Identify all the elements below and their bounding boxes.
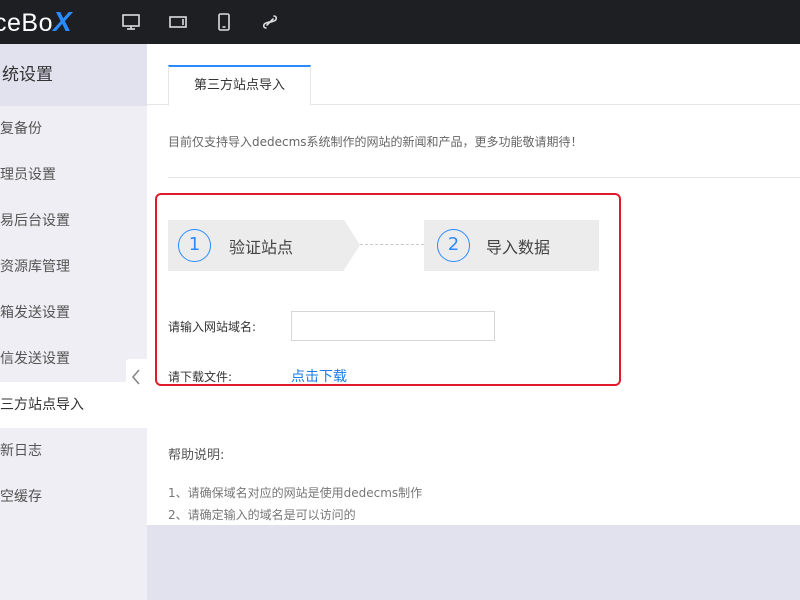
sidebar-item-restore-backup[interactable]: 复备份 bbox=[0, 106, 147, 152]
sidebar-collapse-button[interactable] bbox=[126, 359, 147, 395]
sidebar-item-admin-settings[interactable]: 理员设置 bbox=[0, 152, 147, 198]
sidebar-item-clear-cache[interactable]: 空缓存 bbox=[0, 474, 147, 520]
tab-third-party-import[interactable]: 第三方站点导入 bbox=[168, 65, 311, 106]
help-line: 2、请确定输入的域名是可以访问的 bbox=[168, 508, 356, 522]
sidebar-item-resource-library[interactable]: 资源库管理 bbox=[0, 244, 147, 290]
notice-text: 目前仅支持导入dedecms系统制作的网站的新闻和产品，更多功能敬请期待！ bbox=[168, 135, 583, 149]
download-link[interactable]: 点击下载 bbox=[291, 366, 347, 386]
help-line: 1、请确保域名对应的网站是使用dedecms制作 bbox=[168, 486, 423, 500]
step-number: 1 bbox=[178, 229, 211, 262]
domain-input[interactable] bbox=[291, 311, 495, 341]
sidebar-item-backend-settings[interactable]: 易后台设置 bbox=[0, 198, 147, 244]
domain-label: 请输入网站域名: bbox=[168, 320, 257, 334]
step-connector bbox=[360, 244, 424, 245]
sidebar-item-update-log[interactable]: 新日志 bbox=[0, 428, 147, 474]
tablet-landscape-icon[interactable] bbox=[168, 12, 188, 32]
sidebar-item-sms-settings[interactable]: 信发送设置 bbox=[0, 336, 147, 382]
step-import-data: 2 导入数据 bbox=[424, 220, 599, 271]
chevron-left-icon bbox=[131, 369, 140, 385]
app-logo[interactable]: ceBoX bbox=[0, 6, 72, 37]
sidebar-title: 统设置 bbox=[0, 44, 147, 106]
phone-icon[interactable] bbox=[214, 12, 234, 32]
step-number: 2 bbox=[437, 229, 470, 262]
step-label: 验证站点 bbox=[229, 238, 294, 257]
help-title: 帮助说明: bbox=[168, 448, 225, 463]
step-verify-site: 1 验证站点 bbox=[168, 220, 344, 271]
divider bbox=[168, 177, 800, 178]
download-label: 请下载文件: bbox=[168, 370, 233, 384]
sidebar: 统设置 复备份 理员设置 易后台设置 资源库管理 箱发送设置 信发送设置 三方站… bbox=[0, 44, 147, 600]
footer-band bbox=[147, 525, 800, 600]
step-arrow bbox=[344, 220, 360, 270]
sidebar-item-email-settings[interactable]: 箱发送设置 bbox=[0, 290, 147, 336]
sidebar-item-third-party-import[interactable]: 三方站点导入 bbox=[0, 382, 147, 428]
link-icon[interactable] bbox=[260, 12, 280, 32]
logo-text: ceBo bbox=[0, 9, 53, 37]
monitor-icon[interactable] bbox=[121, 12, 141, 32]
top-bar: ceBoX bbox=[0, 0, 800, 44]
tab-bar: 第三方站点导入 bbox=[147, 44, 800, 106]
step-label: 导入数据 bbox=[486, 238, 551, 257]
logo-x-mark: X bbox=[52, 6, 73, 37]
main-content: 第三方站点导入 目前仅支持导入dedecms系统制作的网站的新闻和产品，更多功能… bbox=[147, 44, 800, 600]
